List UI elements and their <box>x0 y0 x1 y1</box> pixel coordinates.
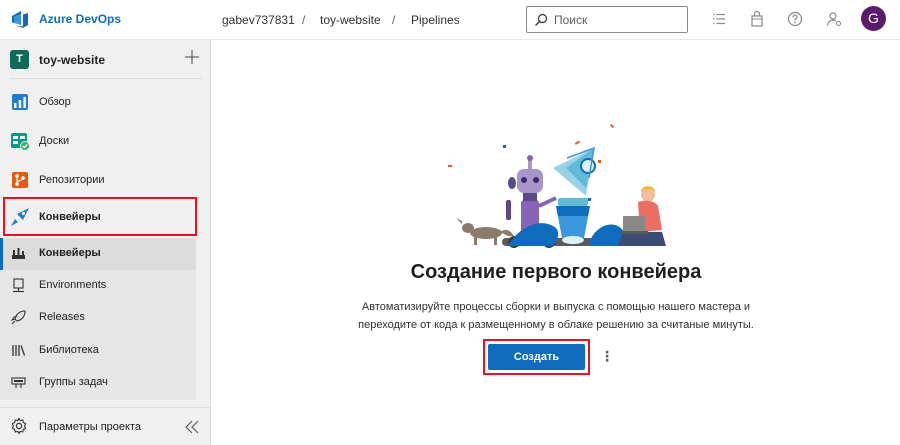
sidebar-subitem-environments[interactable]: Environments <box>0 270 196 302</box>
task-groups-icon <box>11 377 26 388</box>
sidebar-item-label: Обзор <box>39 96 71 108</box>
project-header[interactable]: T toy-website <box>0 40 211 79</box>
sidebar-item-overview[interactable]: Обзор <box>0 83 211 122</box>
sidebar-subitem-label: Библиотека <box>39 344 99 356</box>
overview-icon <box>12 94 28 110</box>
breadcrumb-organization[interactable]: gabev737831 <box>222 13 295 27</box>
boards-icon <box>11 133 30 151</box>
help-icon[interactable] <box>787 11 803 27</box>
pipeline-illustration <box>448 123 666 248</box>
sidebar-item-label: Доски <box>39 135 70 147</box>
sidebar-subitem-label: Releases <box>39 311 85 323</box>
sidebar: T toy-website Обзор Доски Репозитории Ко… <box>0 40 211 445</box>
releases-icon <box>11 310 26 325</box>
environments-icon <box>13 278 24 293</box>
search-input[interactable]: Поиск <box>526 6 688 33</box>
azure-devops-logo-icon[interactable] <box>10 9 30 29</box>
sidebar-item-boards[interactable]: Доски <box>0 122 211 161</box>
repos-icon <box>12 172 28 188</box>
pipelines-sub-icon <box>12 248 25 259</box>
more-options-button[interactable]: ⋮ <box>600 346 614 366</box>
search-placeholder: Поиск <box>554 13 588 27</box>
gear-icon <box>11 417 27 435</box>
pipelines-submenu: Конвейеры Environments Releases Библиоте… <box>0 238 196 400</box>
brand-link[interactable]: Azure DevOps <box>39 12 121 26</box>
sidebar-subitem-label: Группы задач <box>39 376 108 388</box>
page-title: Создание первого конвейера <box>410 261 702 283</box>
breadcrumb-project[interactable]: toy-website <box>320 13 381 27</box>
sidebar-item-repos[interactable]: Репозитории <box>0 161 211 200</box>
project-badge: T <box>10 50 29 69</box>
sidebar-subitem-library[interactable]: Библиотека <box>0 335 196 367</box>
search-icon <box>535 13 548 26</box>
plus-icon[interactable] <box>184 49 200 65</box>
top-bar: Azure DevOps gabev737831 / toy-website /… <box>0 0 900 40</box>
page-description: Автоматизируйте процессы сборки и выпуск… <box>358 301 754 331</box>
sidebar-subitem-label: Environments <box>39 279 107 291</box>
main-content: Создание первого конвейера Автоматизируй… <box>212 40 900 445</box>
breadcrumb-separator: / <box>302 13 306 27</box>
highlight-frame <box>3 197 197 236</box>
marketplace-bag-icon[interactable] <box>749 11 765 27</box>
create-pipeline-button[interactable]: Создать конвейер <box>488 344 585 389</box>
work-items-list-icon[interactable] <box>711 11 727 27</box>
collapse-chevron-icon[interactable] <box>184 419 200 435</box>
breadcrumb-pipelines[interactable]: Pipelines <box>411 13 460 27</box>
breadcrumb-separator: / <box>392 13 396 27</box>
sidebar-subitem-label: Конвейеры <box>39 247 101 259</box>
sidebar-subitem-releases[interactable]: Releases <box>0 302 196 334</box>
sidebar-item-label: Репозитории <box>39 174 105 186</box>
sidebar-divider <box>10 78 202 79</box>
sidebar-subitem-pipelines[interactable]: Конвейеры <box>0 238 196 270</box>
avatar[interactable]: G <box>861 6 886 31</box>
project-settings-label: Параметры проекта <box>39 421 141 433</box>
user-settings-icon[interactable] <box>826 11 842 27</box>
sidebar-subitem-task-groups[interactable]: Группы задач <box>0 367 196 399</box>
project-name[interactable]: toy-website <box>39 53 105 67</box>
library-icon <box>12 345 26 356</box>
project-settings[interactable]: Параметры проекта <box>0 408 211 445</box>
